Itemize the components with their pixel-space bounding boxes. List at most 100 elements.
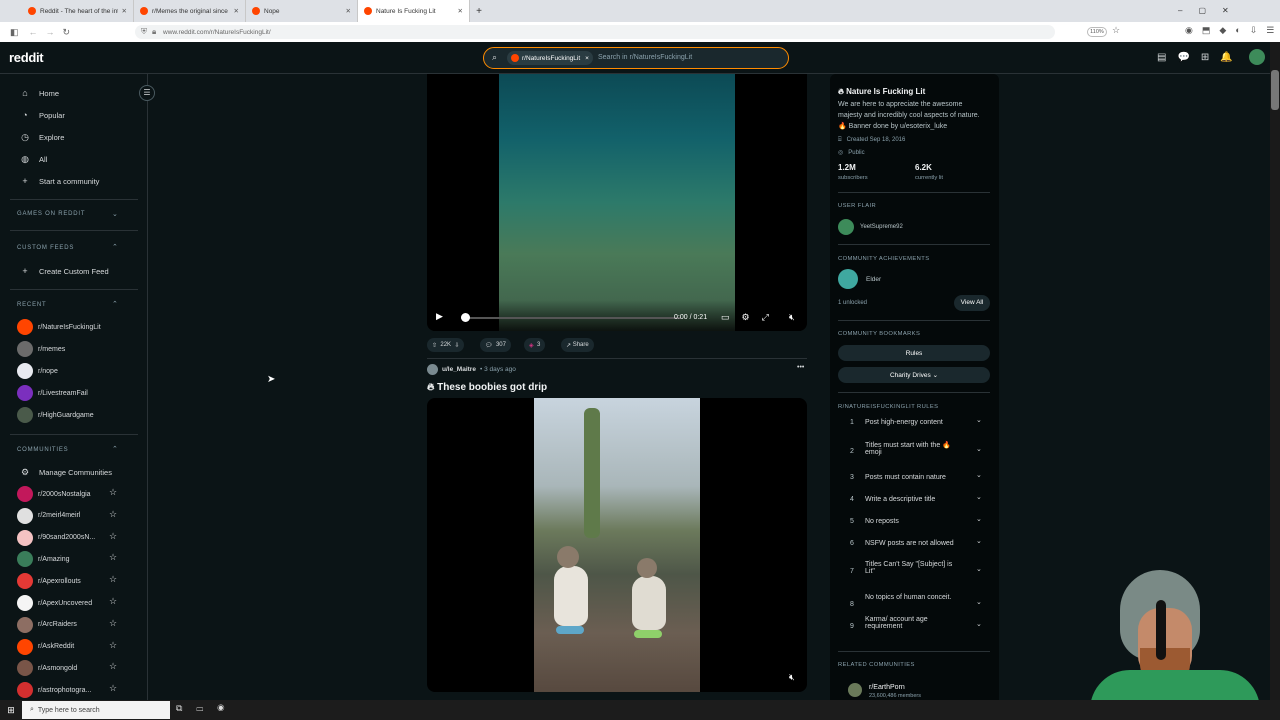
sidebar-item-community[interactable]: r/Asmongold [17, 659, 77, 677]
search-community-chip[interactable]: r/NatureIsFuckingLit × [507, 51, 593, 65]
sidebar-toggle-icon[interactable]: ◧ [10, 27, 19, 38]
browser-tab-active[interactable]: Nature Is Fucking Lit ✕ [358, 0, 470, 22]
rules-bookmark-button[interactable]: Rules [838, 345, 990, 361]
video-scrub-handle[interactable] [461, 313, 470, 322]
mute-icon[interactable]: 🔇︎ [789, 672, 795, 683]
chevron-up-icon[interactable]: ⌃ [112, 300, 118, 308]
forward-icon[interactable]: → [46, 27, 55, 37]
sidebar-item-community[interactable]: r/astrophotogra... [17, 681, 91, 699]
chevron-up-icon[interactable]: ⌃ [112, 445, 118, 453]
rule-item[interactable]: 6 NSFW posts are not allowed ⌄ [840, 537, 990, 560]
sidebar-item-popular[interactable]: ◔ Popular [20, 110, 65, 120]
share-button[interactable]: ↗ Share [561, 338, 594, 352]
sidebar-item-community[interactable]: r/90sand2000sN... [17, 529, 95, 547]
sidebar-item-community[interactable]: r/2000sNostalgia [17, 485, 91, 503]
browser-tab[interactable]: Reddit - The heart of the intern ✕ [22, 0, 134, 22]
bookmark-star-icon[interactable]: ☆ [1112, 25, 1120, 36]
browser-tab[interactable]: r/Memes the original since 20 ✕ [134, 0, 246, 22]
rule-item[interactable]: 4 Write a descriptive title ⌄ [840, 493, 990, 516]
reddit-logo[interactable]: reddit [9, 50, 44, 65]
rule-item[interactable]: 9 Karma/ account age requirement ⌄ [840, 616, 990, 636]
author-avatar[interactable] [427, 364, 438, 375]
sidebar-item-recent[interactable]: r/nope [17, 362, 58, 380]
favorite-star-icon[interactable]: ☆ [109, 574, 117, 585]
chevron-down-icon[interactable]: ⌄ [976, 493, 982, 501]
chevron-down-icon[interactable]: ⌄ [976, 416, 982, 424]
extension-icons[interactable]: ◉⬒◆◐⇩☰ [1185, 25, 1280, 36]
award-button[interactable]: ◈ 3 [524, 338, 546, 352]
sidebar-item-start-community[interactable]: + Start a community [20, 176, 99, 186]
chevron-down-icon[interactable]: ⌄ [976, 445, 982, 453]
charity-drives-button[interactable]: Charity Drives ⌄ [838, 367, 990, 383]
favorite-star-icon[interactable]: ☆ [109, 640, 117, 651]
video-progress-track[interactable] [461, 317, 681, 319]
vote-button[interactable]: ⇧ 22K ⇩ [427, 338, 465, 352]
page-scrollbar[interactable] [1270, 42, 1280, 700]
close-tab-icon[interactable]: ✕ [122, 7, 127, 15]
browser-tab[interactable]: Nope ✕ [246, 0, 358, 22]
close-tab-icon[interactable]: ✕ [346, 7, 351, 15]
sidebar-item-community[interactable]: r/2meirl4meirl [17, 507, 80, 525]
sidebar-item-recent[interactable]: r/LivestreamFail [17, 384, 88, 402]
sidebar-item-community[interactable]: r/Amazing [17, 550, 70, 568]
post-menu-icon[interactable]: ••• [797, 364, 804, 371]
related-community-name[interactable]: r/EarthPorn [869, 684, 905, 691]
comments-button[interactable]: 💬︎ 307 [480, 338, 511, 352]
post-title[interactable]: 🔥︎ These boobies got drip [427, 382, 547, 393]
search-input[interactable]: Search in r/NatureIsFuckingLit [598, 54, 692, 61]
rule-item[interactable]: 1 Post high-energy content ⌄ [840, 416, 990, 439]
favorite-star-icon[interactable]: ☆ [109, 618, 117, 629]
chevron-down-icon[interactable]: ⌄ [976, 620, 982, 628]
chevron-down-icon[interactable]: ⌄ [976, 565, 982, 573]
sidebar-item-recent[interactable]: r/memes [17, 340, 65, 358]
favorite-star-icon[interactable]: ☆ [109, 552, 117, 563]
chevron-down-icon[interactable]: ⌄ [976, 537, 982, 545]
chevron-up-icon[interactable]: ⌃ [112, 243, 118, 251]
favorite-star-icon[interactable]: ☆ [109, 661, 117, 672]
sidebar-item-recent[interactable]: r/HighGuardgame [17, 406, 94, 424]
taskbar-app-icons[interactable]: ⧉▭◉ [176, 703, 238, 714]
chip-close-icon[interactable]: × [585, 55, 589, 62]
chevron-down-icon[interactable]: ⌄ [976, 515, 982, 523]
sidebar-item-all[interactable]: ◍ All [20, 154, 47, 165]
communities-header[interactable]: COMMUNITIES [17, 447, 68, 453]
favorite-star-icon[interactable]: ☆ [109, 596, 117, 607]
favorite-star-icon[interactable]: ☆ [109, 509, 117, 520]
downvote-icon[interactable]: ⇩ [454, 342, 459, 349]
manage-communities-button[interactable]: ⚙ Manage Communities [20, 467, 112, 478]
rule-item[interactable]: 5 No reposts ⌄ [840, 515, 990, 538]
chevron-down-icon[interactable]: ⌄ [976, 471, 982, 479]
rule-item[interactable]: 8 No topics of human conceit. ⌄ [840, 594, 990, 614]
collapse-sidebar-icon[interactable]: ☰ [139, 85, 155, 101]
window-controls[interactable]: –▢✕ [1178, 6, 1245, 15]
taskbar-search[interactable]: ⌕ Type here to search [22, 701, 170, 719]
sidebar-item-community[interactable]: r/Apexrollouts [17, 572, 81, 590]
create-custom-feed-button[interactable]: + Create Custom Feed [20, 266, 108, 276]
games-section-header[interactable]: GAMES ON REDDIT [17, 211, 85, 217]
sidebar-item-explore[interactable]: ◷ Explore [20, 132, 64, 143]
chevron-down-icon[interactable]: ⌄ [976, 598, 982, 606]
close-tab-icon[interactable]: ✕ [458, 7, 463, 15]
custom-feeds-header[interactable]: CUSTOM FEEDS [17, 245, 74, 251]
video-player[interactable]: ▶ 0:00 / 0:21 ▭⚙⤢ 🔇︎ [427, 74, 807, 331]
user-flair[interactable]: YeetSupreme92 [860, 224, 903, 230]
zoom-level[interactable]: 110% [1087, 27, 1107, 37]
rule-item[interactable]: 7 Titles Can't Say "[Subject] is Lit" ⌄ [840, 561, 990, 581]
play-icon[interactable]: ▶ [436, 311, 443, 322]
post-author[interactable]: u/le_Maitre [442, 366, 476, 373]
back-icon[interactable]: ← [29, 27, 38, 37]
reload-icon[interactable]: ↻ [63, 27, 71, 38]
close-tab-icon[interactable]: ✕ [234, 7, 239, 15]
view-all-button[interactable]: View All [954, 295, 990, 311]
user-avatar[interactable] [1249, 49, 1265, 65]
mute-icon[interactable]: 🔇︎ [789, 312, 795, 323]
sidebar-item-community[interactable]: r/ArcRaiders [17, 616, 77, 634]
favorite-star-icon[interactable]: ☆ [109, 683, 117, 694]
windows-start-icon[interactable]: ⊞ [0, 705, 22, 716]
sidebar-item-home[interactable]: ⌂ Home [20, 88, 59, 98]
recent-header[interactable]: RECENT [17, 302, 46, 308]
chevron-down-icon[interactable]: ⌄ [112, 210, 118, 218]
rule-item[interactable]: 3 Posts must contain nature ⌄ [840, 471, 990, 494]
favorite-star-icon[interactable]: ☆ [109, 531, 117, 542]
header-action-icons[interactable]: ▤💬⊞🔔 [1157, 52, 1244, 63]
